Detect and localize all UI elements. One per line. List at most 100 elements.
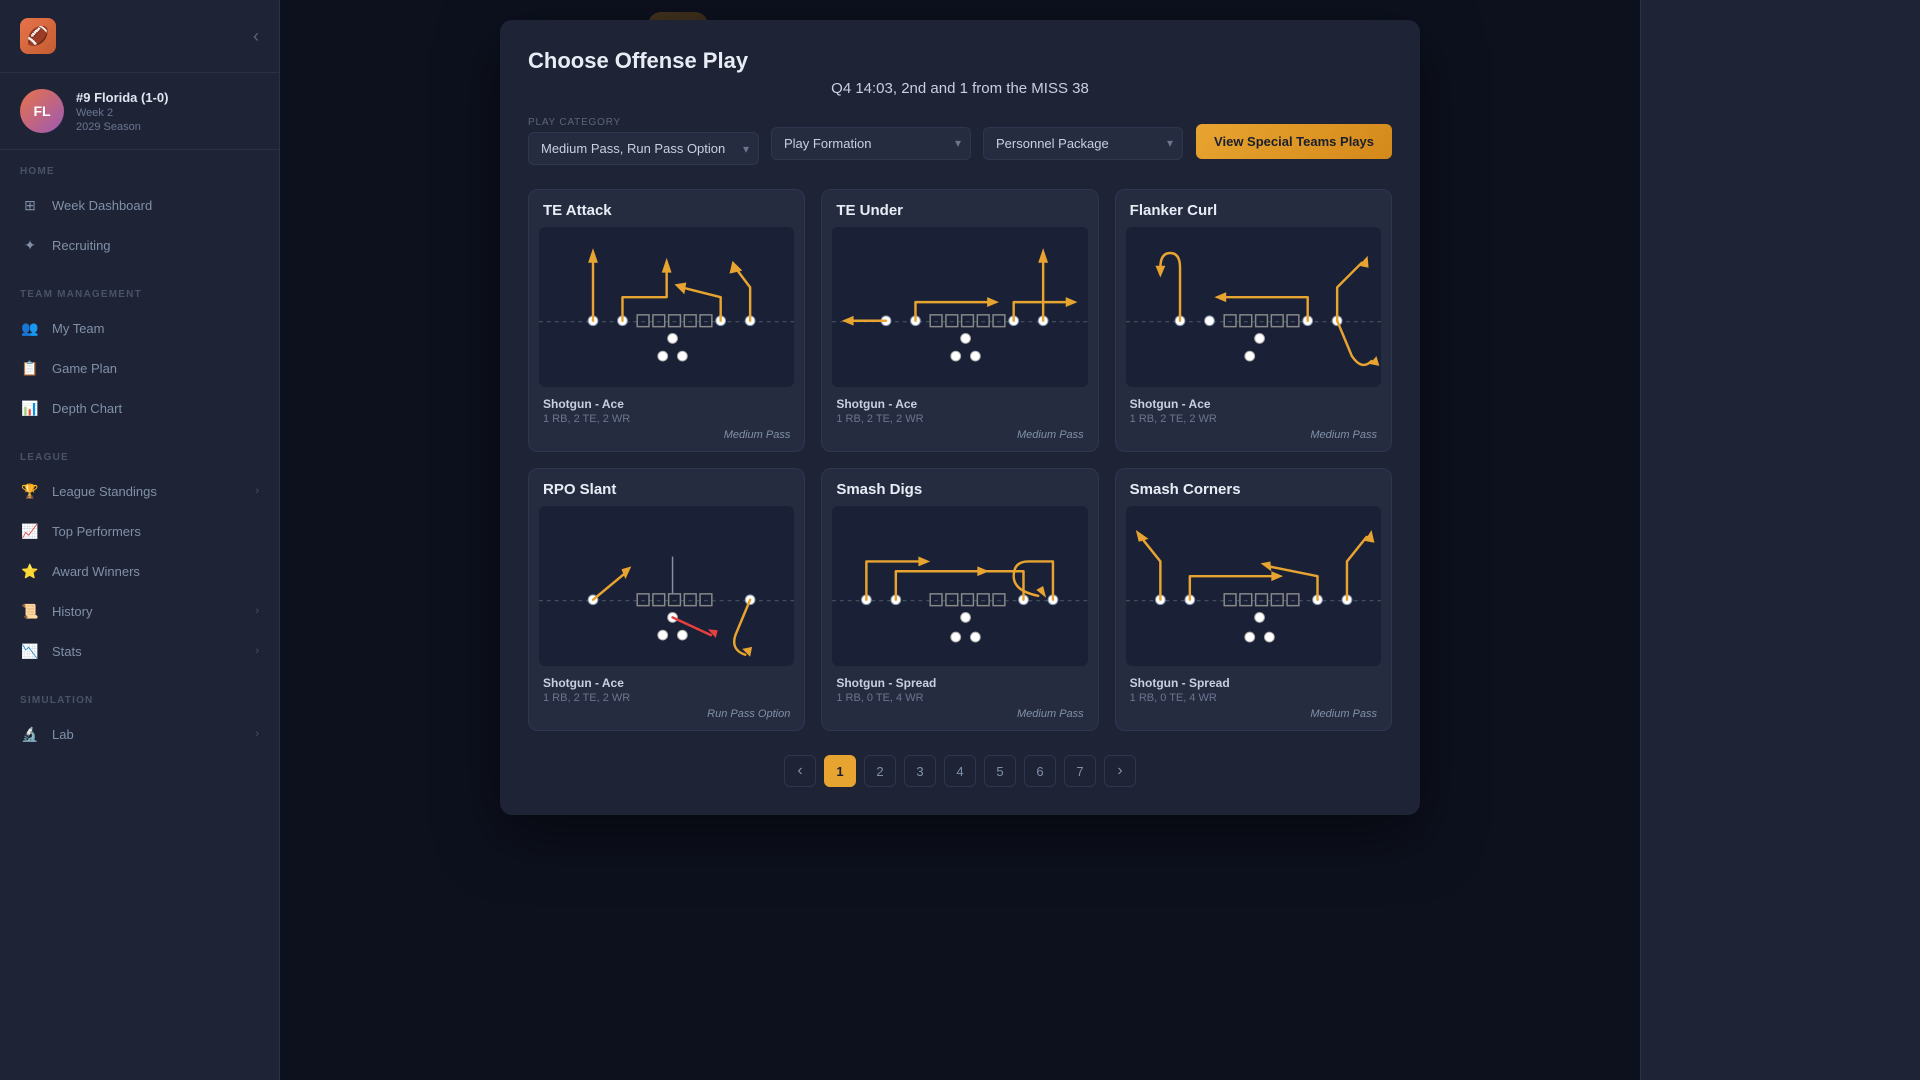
play-type: Run Pass Option bbox=[543, 708, 790, 720]
sidebar-item-game-plan[interactable]: 📋 Game Plan bbox=[0, 348, 279, 388]
sidebar-item-label: Award Winners bbox=[52, 564, 140, 579]
history-icon: 📜 bbox=[20, 601, 40, 621]
view-special-teams-button[interactable]: View Special Teams Plays bbox=[1196, 124, 1392, 159]
plays-grid: TE Attack bbox=[528, 189, 1392, 731]
play-card-te-attack[interactable]: TE Attack bbox=[528, 189, 805, 452]
play-card-footer: Shotgun - Ace 1 RB, 2 TE, 2 WR Medium Pa… bbox=[529, 387, 804, 451]
nav-section-home: HOME ⊞ Week Dashboard ✦ Recruiting bbox=[0, 150, 279, 273]
team-info: #9 Florida (1-0) Week 2 2029 Season bbox=[76, 90, 259, 133]
play-formation: Shotgun - Ace bbox=[1130, 397, 1377, 411]
chevron-right-icon: › bbox=[255, 728, 259, 740]
play-card-footer: Shotgun - Ace 1 RB, 2 TE, 2 WR Run Pass … bbox=[529, 666, 804, 730]
play-formation: Shotgun - Ace bbox=[836, 397, 1083, 411]
play-type: Medium Pass bbox=[1130, 708, 1377, 720]
play-formation: Shotgun - Spread bbox=[1130, 676, 1377, 690]
nav-section-league: LEAGUE 🏆 League Standings › 📈 Top Perfor… bbox=[0, 436, 279, 679]
pagination-page-7-button[interactable]: 7 bbox=[1064, 755, 1096, 787]
play-formation: Shotgun - Spread bbox=[836, 676, 1083, 690]
play-formation-filter: Play Formation Shotgun - Ace Shotgun - S… bbox=[771, 123, 971, 160]
nav-label-team: TEAM MANAGEMENT bbox=[0, 289, 279, 308]
play-name: TE Under bbox=[822, 190, 1097, 227]
team-season: 2029 Season bbox=[76, 121, 259, 133]
play-diagram-te-attack bbox=[539, 227, 794, 387]
choose-offense-play-modal: Choose Offense Play Q4 14:03, 2nd and 1 … bbox=[500, 20, 1420, 815]
play-category-filter: Play Category Medium Pass, Run Pass Opti… bbox=[528, 117, 759, 165]
pagination-page-5-button[interactable]: 5 bbox=[984, 755, 1016, 787]
sidebar-item-my-team[interactable]: 👥 My Team bbox=[0, 308, 279, 348]
play-name: Smash Digs bbox=[822, 469, 1097, 506]
play-type: Medium Pass bbox=[836, 429, 1083, 441]
play-diagram-smash-digs bbox=[832, 506, 1087, 666]
stats-icon: 📉 bbox=[20, 641, 40, 661]
play-formation: Shotgun - Ace bbox=[543, 397, 790, 411]
sidebar-item-label: Depth Chart bbox=[52, 401, 122, 416]
play-card-flanker-curl[interactable]: Flanker Curl bbox=[1115, 189, 1392, 452]
play-card-rpo-slant[interactable]: RPO Slant bbox=[528, 468, 805, 731]
sidebar-item-league-standings[interactable]: 🏆 League Standings › bbox=[0, 471, 279, 511]
sidebar-item-label: Top Performers bbox=[52, 524, 141, 539]
app-logo-icon: 🏈 bbox=[20, 18, 56, 54]
pagination-next-button[interactable]: › bbox=[1104, 755, 1136, 787]
play-card-footer: Shotgun - Ace 1 RB, 2 TE, 2 WR Medium Pa… bbox=[822, 387, 1097, 451]
sidebar-item-label: Lab bbox=[52, 727, 74, 742]
play-name: TE Attack bbox=[529, 190, 804, 227]
sidebar-collapse-button[interactable]: ‹ bbox=[253, 26, 259, 47]
sidebar-item-week-dashboard[interactable]: ⊞ Week Dashboard bbox=[0, 185, 279, 225]
play-card-te-under[interactable]: TE Under bbox=[821, 189, 1098, 452]
chevron-right-icon: › bbox=[255, 645, 259, 657]
pagination-prev-button[interactable]: ‹ bbox=[784, 755, 816, 787]
play-category-select[interactable]: Medium Pass, Run Pass Option Short Pass … bbox=[528, 132, 759, 165]
sidebar-item-recruiting[interactable]: ✦ Recruiting bbox=[0, 225, 279, 265]
formation-select-wrapper: Play Formation Shotgun - Ace Shotgun - S… bbox=[771, 127, 971, 160]
play-personnel: 1 RB, 2 TE, 2 WR bbox=[543, 692, 790, 704]
modal-subtitle: Q4 14:03, 2nd and 1 from the MISS 38 bbox=[528, 80, 1392, 97]
avatar: FL bbox=[20, 89, 64, 133]
depth-chart-icon: 📊 bbox=[20, 398, 40, 418]
play-type: Medium Pass bbox=[543, 429, 790, 441]
chevron-right-icon: › bbox=[255, 605, 259, 617]
play-name: Smash Corners bbox=[1116, 469, 1391, 506]
play-diagram-te-under bbox=[832, 227, 1087, 387]
play-personnel: 1 RB, 2 TE, 2 WR bbox=[543, 413, 790, 425]
sidebar-item-label: History bbox=[52, 604, 92, 619]
pagination-page-2-button[interactable]: 2 bbox=[864, 755, 896, 787]
play-personnel: 1 RB, 0 TE, 4 WR bbox=[1130, 692, 1377, 704]
personnel-package-select[interactable]: Personnel Package 1 RB, 2 TE, 2 WR 1 RB,… bbox=[983, 127, 1183, 160]
play-formation: Shotgun - Ace bbox=[543, 676, 790, 690]
category-label: Play Category bbox=[528, 117, 759, 128]
standings-icon: 🏆 bbox=[20, 481, 40, 501]
sidebar-item-lab[interactable]: 🔬 Lab › bbox=[0, 714, 279, 754]
pagination: ‹ 1 2 3 4 5 6 7 › bbox=[528, 755, 1392, 787]
sidebar-item-depth-chart[interactable]: 📊 Depth Chart bbox=[0, 388, 279, 428]
category-select-wrapper: Medium Pass, Run Pass Option Short Pass … bbox=[528, 132, 759, 165]
pagination-page-1-button[interactable]: 1 bbox=[824, 755, 856, 787]
pagination-page-4-button[interactable]: 4 bbox=[944, 755, 976, 787]
nav-section-team-management: TEAM MANAGEMENT 👥 My Team 📋 Game Plan 📊 … bbox=[0, 273, 279, 436]
play-formation-select[interactable]: Play Formation Shotgun - Ace Shotgun - S… bbox=[771, 127, 971, 160]
nav-label-simulation: SIMULATION bbox=[0, 695, 279, 714]
pagination-page-6-button[interactable]: 6 bbox=[1024, 755, 1056, 787]
play-name: RPO Slant bbox=[529, 469, 804, 506]
team-week: Week 2 bbox=[76, 107, 259, 119]
play-card-smash-corners[interactable]: Smash Corners bbox=[1115, 468, 1392, 731]
sidebar-item-award-winners[interactable]: ⭐ Award Winners bbox=[0, 551, 279, 591]
lab-icon: 🔬 bbox=[20, 724, 40, 744]
sidebar-header: 🏈 ‹ bbox=[0, 0, 279, 73]
main-content: ← → ● ── ── ── ── ── Choose Offense Play… bbox=[280, 0, 1640, 1080]
sidebar-item-top-performers[interactable]: 📈 Top Performers bbox=[0, 511, 279, 551]
grid-icon: ⊞ bbox=[20, 195, 40, 215]
award-icon: ⭐ bbox=[20, 561, 40, 581]
sidebar-item-label: League Standings bbox=[52, 484, 157, 499]
sidebar-item-stats[interactable]: 📉 Stats › bbox=[0, 631, 279, 671]
sidebar: 🏈 ‹ FL #9 Florida (1-0) Week 2 2029 Seas… bbox=[0, 0, 280, 1080]
recruiting-icon: ✦ bbox=[20, 235, 40, 255]
sidebar-item-label: Game Plan bbox=[52, 361, 117, 376]
sidebar-item-label: Recruiting bbox=[52, 238, 111, 253]
sidebar-item-label: My Team bbox=[52, 321, 105, 336]
sidebar-item-history[interactable]: 📜 History › bbox=[0, 591, 279, 631]
team-profile: FL #9 Florida (1-0) Week 2 2029 Season bbox=[0, 73, 279, 150]
game-plan-icon: 📋 bbox=[20, 358, 40, 378]
sidebar-item-label: Week Dashboard bbox=[52, 198, 152, 213]
pagination-page-3-button[interactable]: 3 bbox=[904, 755, 936, 787]
play-card-smash-digs[interactable]: Smash Digs bbox=[821, 468, 1098, 731]
